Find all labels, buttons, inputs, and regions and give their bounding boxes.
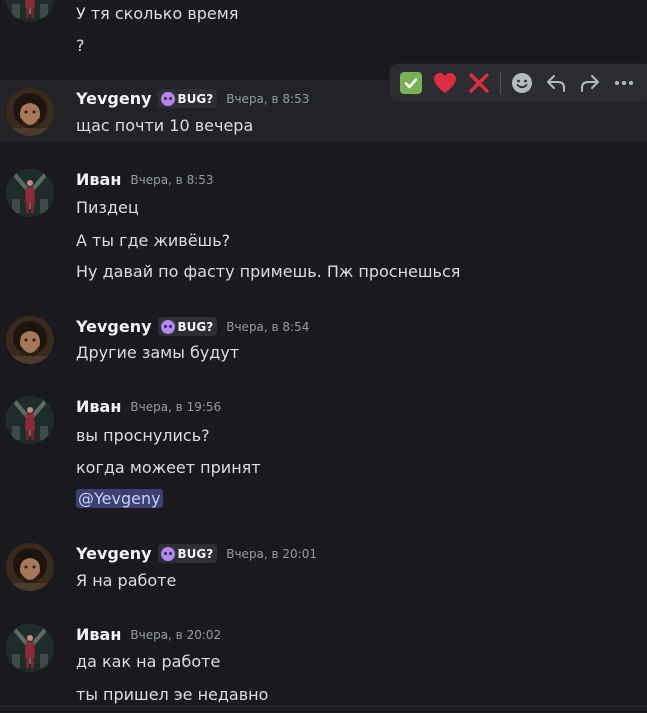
reaction-check-button[interactable]: [394, 66, 428, 100]
tag-label: BUG?: [177, 91, 214, 106]
message-text: @Yevgeny: [76, 488, 163, 510]
message-group: Иван Вчера, в 8:53 Пиздец А ты где живёш…: [0, 160, 647, 290]
message-header: Иван Вчера, в 19:56: [76, 397, 221, 416]
add-reaction-button[interactable]: [505, 66, 539, 100]
server-tag[interactable]: BUG?: [157, 317, 218, 336]
message-group: Иван Вчера, в 20:02 да как на работе ты …: [0, 616, 647, 713]
user-mention[interactable]: @Yevgeny: [76, 489, 163, 508]
message-actions-toolbar: [389, 63, 647, 103]
reaction-cross-button[interactable]: [462, 66, 496, 100]
divider: [0, 706, 647, 707]
message-text: да как на работе: [76, 652, 221, 671]
message-header: Yevgeny BUG? Вчера, в 20:01: [76, 544, 317, 563]
tag-label: BUG?: [177, 546, 214, 561]
message-header: Иван Вчера, в 8:53: [76, 170, 214, 189]
avatar[interactable]: [6, 396, 54, 444]
skull-icon: [160, 319, 175, 334]
message-group: Иван Вчера, в 19:56 вы проснулись? когда…: [0, 387, 647, 527]
white-check-mark-icon: [400, 72, 422, 94]
toolbar-divider: [500, 72, 501, 94]
skull-icon: [160, 91, 175, 106]
message-text: щас почти 10 вечера: [76, 116, 254, 135]
chat-messages: У тя сколько время ? Yevgeny BUG? Вчера,…: [0, 0, 647, 713]
message-text: ты пришел эе недавно: [76, 685, 269, 704]
avatar[interactable]: [6, 88, 54, 136]
reply-icon: [547, 75, 565, 92]
message-text: Ну давай по фасту примешь. Пж проснешься: [76, 262, 461, 281]
message-header: Yevgeny BUG? Вчера, в 8:54: [76, 317, 309, 336]
avatar[interactable]: [6, 169, 54, 217]
server-tag[interactable]: BUG?: [157, 89, 218, 108]
message-text: ?: [76, 36, 85, 55]
more-button[interactable]: [607, 66, 641, 100]
message-group: Yevgeny BUG? Вчера, в 20:01 Я на работе: [0, 534, 647, 604]
username[interactable]: Иван: [76, 625, 121, 644]
username[interactable]: Иван: [76, 397, 121, 416]
avatar[interactable]: [6, 316, 54, 364]
username[interactable]: Yevgeny: [76, 317, 152, 336]
add-reaction-icon: [512, 73, 532, 93]
message-text: вы проснулись?: [76, 426, 210, 445]
more-icon: [615, 81, 633, 85]
avatar[interactable]: [6, 0, 54, 22]
timestamp[interactable]: Вчера, в 20:01: [226, 547, 317, 561]
skull-icon: [160, 546, 175, 561]
tag-label: BUG?: [177, 319, 214, 334]
timestamp[interactable]: Вчера, в 20:02: [130, 628, 221, 642]
message-header: Иван Вчера, в 20:02: [76, 625, 221, 644]
message-text: Пиздец: [76, 198, 139, 217]
timestamp[interactable]: Вчера, в 8:54: [226, 320, 309, 334]
message-group: Yevgeny BUG? Вчера, в 8:54 Другие замы б…: [0, 307, 647, 377]
message-text: А ты где живёшь?: [76, 231, 231, 250]
timestamp[interactable]: Вчера, в 8:53: [130, 173, 213, 187]
server-tag[interactable]: BUG?: [157, 544, 218, 563]
message-group: У тя сколько время ?: [0, 0, 647, 70]
cross-mark-icon: [469, 73, 489, 93]
reaction-heart-button[interactable]: [428, 66, 462, 100]
username[interactable]: Yevgeny: [76, 544, 152, 563]
avatar[interactable]: [6, 624, 54, 672]
timestamp[interactable]: Вчера, в 19:56: [130, 400, 221, 414]
forward-button[interactable]: [573, 66, 607, 100]
reply-button[interactable]: [539, 66, 573, 100]
message-text: Я на работе: [76, 571, 177, 590]
username[interactable]: Иван: [76, 170, 121, 189]
message-text: Другие замы будут: [76, 343, 240, 362]
forward-icon: [581, 75, 599, 92]
message-text: когда можеет принят: [76, 458, 261, 477]
timestamp[interactable]: Вчера, в 8:53: [226, 92, 309, 106]
message-text: У тя сколько время: [76, 4, 239, 23]
username[interactable]: Yevgeny: [76, 89, 152, 108]
red-heart-icon: [434, 73, 456, 93]
message-header: Yevgeny BUG? Вчера, в 8:53: [76, 89, 309, 108]
avatar[interactable]: [6, 543, 54, 591]
